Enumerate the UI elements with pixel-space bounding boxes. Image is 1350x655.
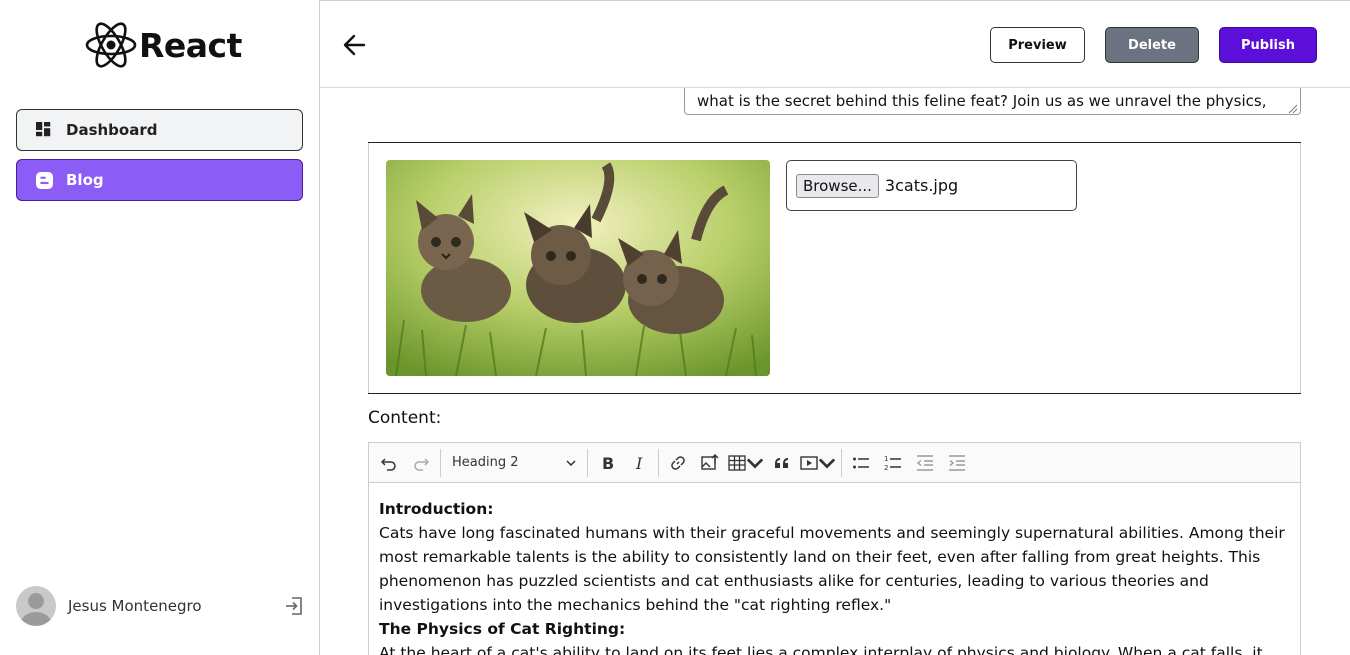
- redo-icon: [414, 457, 430, 471]
- italic-button[interactable]: I: [623, 448, 655, 478]
- chevron-down-icon: [566, 459, 576, 466]
- svg-text:2: 2: [884, 464, 888, 472]
- rich-text-editor: Heading 2 B I 1 2 Introduction: Cats hav…: [368, 442, 1301, 655]
- table-icon: [728, 454, 746, 471]
- brand-logo[interactable]: React: [84, 20, 242, 70]
- bulleted-list-icon: [853, 457, 869, 468]
- summary-textarea[interactable]: what is the secret behind this feline fe…: [684, 88, 1301, 115]
- divider: [368, 393, 1301, 394]
- link-icon: [671, 455, 685, 470]
- publish-button[interactable]: Publish: [1219, 27, 1317, 63]
- sidebar: React Dashboard Blog Jesus Montenegro: [0, 0, 320, 655]
- cover-image-preview: [386, 160, 770, 376]
- bulleted-list-button[interactable]: [845, 448, 877, 478]
- back-arrow-icon[interactable]: [342, 33, 368, 57]
- italic-icon: I: [635, 454, 643, 472]
- section-heading: The Physics of Cat Righting:: [379, 620, 626, 638]
- link-button[interactable]: [662, 448, 694, 478]
- chevron-down-icon: [818, 457, 836, 469]
- indent-button[interactable]: [941, 448, 973, 478]
- numbered-list-icon: 12: [884, 455, 901, 472]
- logout-icon[interactable]: [284, 596, 304, 616]
- react-logo-icon: [85, 22, 137, 68]
- insert-image-button[interactable]: [694, 448, 726, 478]
- svg-text:1: 1: [884, 455, 888, 463]
- dashboard-grid-icon: [35, 121, 53, 139]
- numbered-list-button[interactable]: 12: [877, 448, 909, 478]
- editor-toolbar: Heading 2 B I 1 2: [369, 443, 1300, 483]
- sidebar-item-label: Blog: [66, 171, 104, 189]
- summary-text: what is the secret behind this feline fe…: [697, 92, 1267, 110]
- sidebar-item-label: Dashboard: [66, 121, 158, 139]
- svg-text:I: I: [635, 454, 643, 472]
- cover-image-file-input[interactable]: Browse... 3cats.jpg: [786, 160, 1077, 211]
- bold-button[interactable]: B: [591, 448, 623, 478]
- content-label: Content:: [368, 408, 442, 428]
- brand-name: React: [139, 25, 242, 65]
- blogger-icon: [35, 171, 53, 189]
- paragraph: At the heart of a cat's ability to land …: [379, 644, 1263, 655]
- kittens-photo-icon: [386, 160, 770, 376]
- outdent-button[interactable]: [909, 448, 941, 478]
- heading-select-value: Heading 2: [452, 455, 519, 470]
- editor-content-area[interactable]: Introduction: Cats have long fascinated …: [369, 483, 1300, 655]
- selected-file-name: 3cats.jpg: [884, 176, 959, 195]
- browse-button[interactable]: Browse...: [796, 173, 879, 198]
- user-name: Jesus Montenegro: [68, 597, 202, 615]
- editor-main: what is the secret behind this feline fe…: [320, 88, 1350, 655]
- section-heading: Introduction:: [379, 500, 494, 518]
- chevron-down-icon: [746, 457, 764, 469]
- delete-button[interactable]: Delete: [1105, 27, 1199, 63]
- cover-image-section: Browse... 3cats.jpg: [368, 143, 1301, 393]
- media-embed-icon: [800, 455, 818, 470]
- blockquote-button[interactable]: [766, 448, 798, 478]
- paragraph: Cats have long fascinated humans with th…: [379, 524, 1285, 614]
- indent-icon: [949, 454, 965, 471]
- heading-select[interactable]: Heading 2: [444, 448, 584, 478]
- top-bar: Preview Delete Publish: [320, 0, 1350, 88]
- svg-text:B: B: [602, 454, 614, 472]
- preview-button[interactable]: Preview: [990, 27, 1085, 63]
- bold-icon: B: [602, 454, 614, 472]
- sidebar-item-dashboard[interactable]: Dashboard: [16, 109, 303, 151]
- undo-icon: [380, 457, 396, 471]
- redo-button[interactable]: [405, 448, 437, 478]
- avatar[interactable]: [16, 586, 56, 626]
- image-upload-icon: [701, 453, 719, 470]
- insert-table-button[interactable]: [726, 448, 766, 478]
- outdent-icon: [916, 454, 933, 471]
- undo-button[interactable]: [373, 448, 405, 478]
- insert-media-button[interactable]: [798, 448, 838, 478]
- sidebar-item-blog[interactable]: Blog: [16, 159, 303, 201]
- user-profile: Jesus Montenegro: [16, 586, 304, 626]
- resize-handle-icon[interactable]: [1286, 102, 1298, 114]
- quote-icon: [775, 457, 788, 468]
